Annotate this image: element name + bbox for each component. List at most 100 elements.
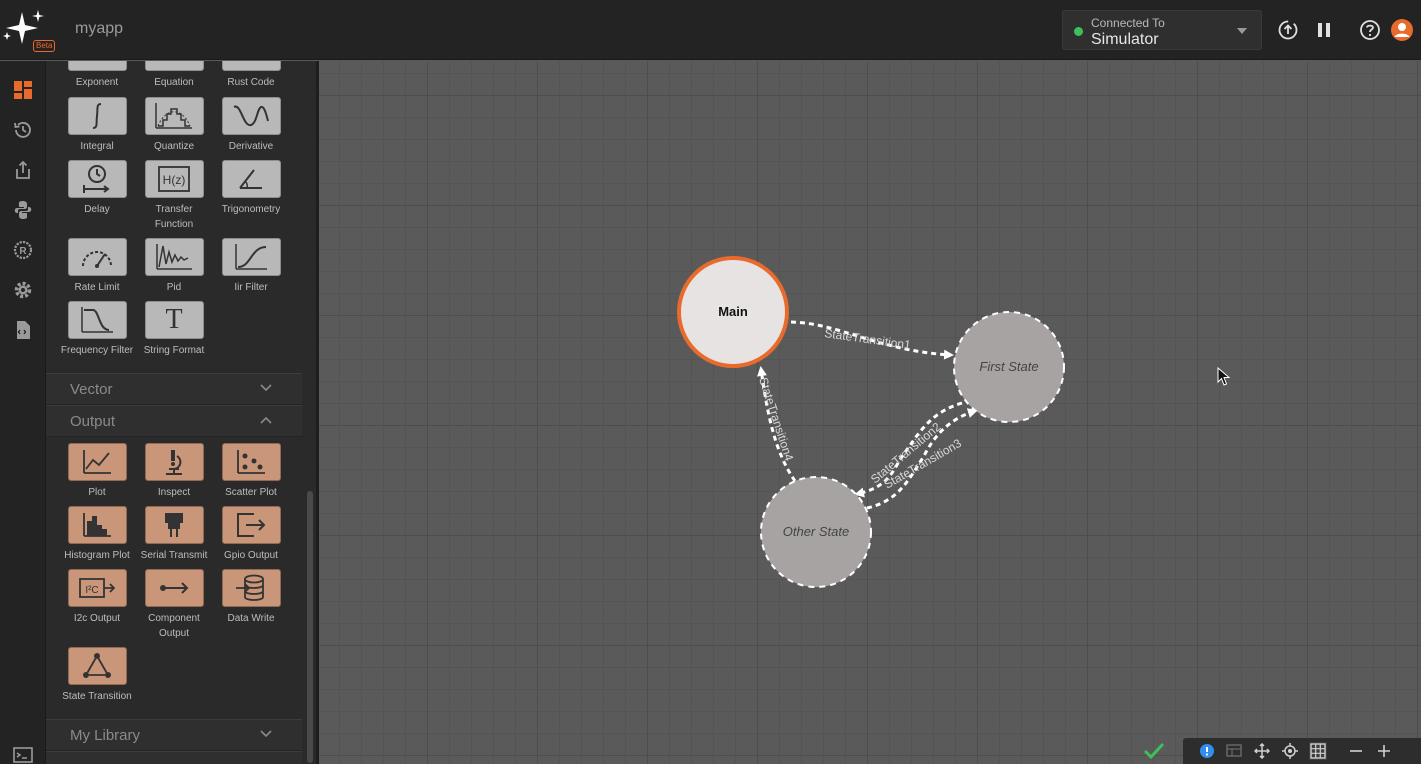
history-icon [14,122,31,138]
rail-history[interactable] [7,114,39,146]
block-label: Delay [84,204,110,215]
svg-text:H(z): H(z) [163,173,186,187]
trigonometry-icon [221,160,281,198]
iir-filter-icon [221,238,281,276]
svg-text:I²C: I²C [85,585,98,596]
zoom-out-icon [1350,750,1362,752]
connection-target: Simulator [1091,31,1159,48]
block-i2c-output[interactable]: I²C I2c Output [59,569,135,626]
block-label: Exponent [75,77,119,88]
scrollbar-thumb[interactable] [307,491,313,763]
dashboard-icon [14,81,32,99]
deploy-button[interactable] [1276,18,1300,42]
block-trigonometry[interactable]: Trigonometry [213,160,289,217]
rail-export[interactable] [7,154,39,186]
derivative-icon [221,97,281,135]
table-icon [1226,744,1242,757]
exponent-icon [67,61,127,71]
rail-terminal[interactable] [7,739,39,764]
document-icon [17,321,30,339]
svg-text:R: R [19,246,27,257]
rail-docs[interactable] [7,314,39,346]
block-serial-transmit[interactable]: Serial Transmit [136,506,212,563]
block-iir-filter[interactable]: Iir Filter [213,238,289,295]
block-string-format[interactable]: T String Format [136,301,212,358]
block-label: Rust Code [227,77,275,88]
zoom-out-button[interactable] [1347,742,1365,760]
data-write-icon [221,569,281,607]
mouse-cursor-icon [1217,367,1231,386]
pan-button[interactable] [1253,742,1271,760]
block-label: Quantize [153,141,195,152]
block-label: Trigonometry [221,204,281,215]
block-delay[interactable]: Delay [59,160,135,217]
section-title: Output [70,413,116,430]
rust-code-icon [221,61,281,71]
block-label: Component Output [148,613,200,639]
block-data-write[interactable]: Data Write [213,569,289,626]
table-view-button[interactable] [1225,742,1243,760]
pan-icon [1254,743,1270,759]
section-my-library[interactable]: My Library [46,719,302,751]
inspect-icon [144,443,204,481]
rail-python[interactable] [7,194,39,226]
app-root: Beta myapp Connected To Simulator R Expo… [0,0,1421,764]
rail-settings[interactable] [7,274,39,306]
block-inspect[interactable]: Inspect [136,443,212,500]
block-palette: Exponent Equation Rust Code Integral Qua… [46,61,302,764]
zoom-in-button[interactable] [1375,742,1393,760]
chevron-down-icon [260,730,272,738]
center-view-button[interactable] [1281,742,1299,760]
block-scatter-plot[interactable]: Scatter Plot [213,443,289,500]
block-exponent[interactable]: Exponent [59,61,135,90]
block-label: I2c Output [73,613,121,624]
string-format-icon: T [144,301,204,339]
block-state-transition[interactable]: State Transition [59,647,135,704]
connection-status-dot [1074,27,1083,36]
block-label: Equation [154,77,194,88]
block-histogram-plot[interactable]: Histogram Plot [59,506,135,563]
transitions-layer: StateTransition1 StateTransition4 StateT… [677,256,1065,588]
block-quantize[interactable]: Quantize [136,97,212,154]
block-pid[interactable]: Pid [136,238,212,295]
block-plot[interactable]: Plot [59,443,135,500]
block-label: Serial Transmit [140,550,208,561]
block-rust-code[interactable]: Rust Code [213,61,289,90]
account-button[interactable] [1390,18,1414,42]
settings-icon [14,281,32,299]
rail-dashboard[interactable] [7,74,39,106]
help-button[interactable] [1358,18,1382,42]
block-label: Derivative [228,141,274,152]
rail-rust[interactable]: R [7,234,39,266]
block-derivative[interactable]: Derivative [213,97,289,154]
state-machine-canvas[interactable]: StateTransition1 StateTransition4 StateT… [319,61,1421,764]
zoom-in-icon [1378,745,1390,757]
app-name[interactable]: myapp [75,20,123,38]
quantize-icon [144,97,204,135]
block-label: Histogram Plot [64,550,130,561]
section-output[interactable]: Output [46,405,302,437]
block-equation[interactable]: Equation [136,61,212,90]
block-label: Inspect [157,487,191,498]
chevron-down-icon [260,384,272,392]
transition-label: StateTransition1 [824,326,912,352]
logo[interactable]: Beta [0,8,56,52]
i2c-output-icon: I²C [67,569,127,607]
info-button[interactable] [1198,742,1216,760]
connection-selector[interactable]: Connected To Simulator [1062,10,1262,50]
left-icon-rail: R [0,61,46,764]
pause-button[interactable] [1312,18,1336,42]
top-header: Beta myapp Connected To Simulator [0,0,1421,60]
block-integral[interactable]: Integral [59,97,135,154]
section-title: My Library [70,727,141,744]
block-label: Data Write [227,613,275,624]
block-component-output[interactable]: Component Output [136,569,212,641]
block-frequency-filter[interactable]: Frequency Filter [59,301,135,358]
block-gpio-output[interactable]: Gpio Output [213,506,289,563]
section-next-partial[interactable] [46,751,302,764]
block-transfer-function[interactable]: H(z) Transfer Function [136,160,212,232]
section-vector[interactable]: Vector [46,373,302,405]
scatter-plot-icon [221,443,281,481]
block-rate-limit[interactable]: Rate Limit [59,238,135,295]
grid-toggle-button[interactable] [1309,742,1327,760]
